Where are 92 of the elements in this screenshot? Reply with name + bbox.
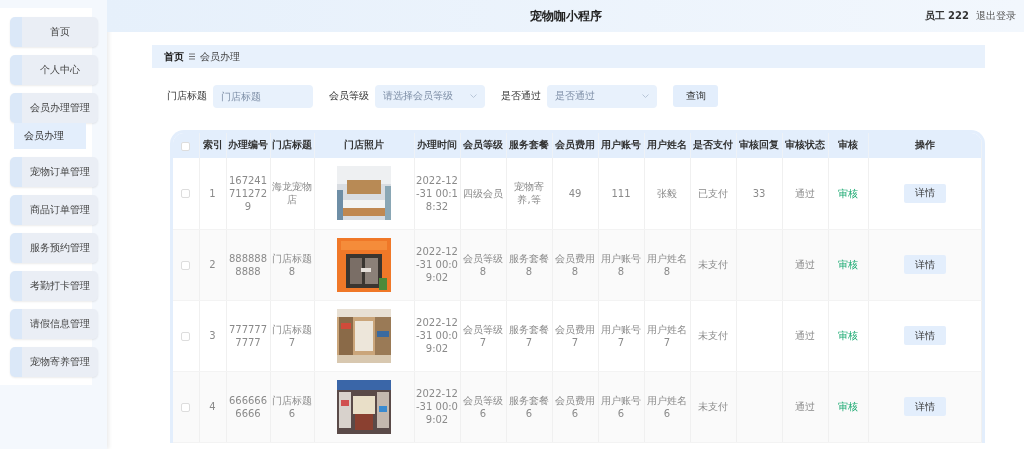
nav-item[interactable]: 宠物订单管理 [10,157,98,187]
table-cell: 四级会员 [463,187,503,199]
column-header: 会员等级 [463,139,503,150]
column-header: 审核 [838,139,858,150]
checkbox[interactable] [181,402,191,412]
table-cell: 1672417112729 [228,174,268,212]
table-cell: 宠物寄养,等 [514,181,544,206]
column-header: 办理时间 [417,139,457,150]
table-cell: 门店标题6 [272,394,312,419]
table-cell: 2022-12-31 00:09:02 [416,317,458,354]
nav-subitem[interactable]: 会员办理 [14,123,86,149]
input-field[interactable]: 门店标题 [213,84,313,108]
column-header: 索引 [202,139,223,150]
nav-item[interactable]: 考勤打卡管理 [10,271,98,301]
table-cell: 用户姓名6 [647,394,687,419]
column-header: 办理编号 [228,139,268,150]
table-cell: 会员等级6 [463,394,503,419]
column-header: 门店标题 [272,139,312,150]
chevron-down-icon [642,94,649,98]
nav-item[interactable]: 会员办理管理 [10,93,98,123]
table-cell: 6666666666 [228,394,268,419]
table-cell: 用户账号6 [601,394,641,419]
table-cell: 通过 [795,401,815,412]
table-cell: 已支付 [698,187,728,199]
checkbox[interactable] [181,189,191,199]
filter-label: 会员等级 [329,89,369,103]
chevron-down-icon [470,94,477,98]
table-cell: 会员费用6 [555,394,595,419]
table-cell: 通过 [795,187,815,199]
search-button[interactable]: 查询 [673,85,718,107]
user-name: 员工 222 [924,9,969,23]
filter-label: 是否通过 [501,89,541,103]
detail-button[interactable]: 详情 [903,397,946,416]
column-header: 审核回复 [739,139,779,150]
app-title: 宠物咖小程序 [529,7,602,25]
column-header: 门店照片 [344,139,384,150]
logout-link[interactable]: 退出登录 [976,9,1016,23]
table-cell: 8888888888 [228,252,268,277]
table-cell: 7777777777 [228,323,268,348]
table-cell: 服务套餐8 [509,252,549,277]
column-header: 是否支付 [693,139,733,150]
column-header: 用户姓名 [647,139,687,150]
detail-button[interactable]: 详情 [903,326,946,345]
table-cell: 会员等级8 [463,252,503,277]
breadcrumb-item[interactable]: 会员办理 [200,49,240,64]
table-cell: 会员费用7 [555,323,595,348]
column-header: 服务套餐 [509,139,549,150]
table-cell: 未支付 [698,330,728,341]
table-cell: 未支付 [698,259,728,270]
checkbox[interactable] [181,331,191,341]
table-cell: 2022-12-31 00:09:02 [416,388,458,425]
nav-item[interactable]: 首页 [10,17,98,47]
column-header: 会员费用 [555,139,595,150]
table-cell: 用户姓名7 [647,323,687,348]
separator-icon [189,53,195,60]
table-cell: 通过 [795,330,815,341]
table-cell: 服务套餐7 [509,323,549,348]
nav-item[interactable]: 服务预约管理 [10,233,98,263]
index-text: 2 [209,259,216,270]
table-cell: 服务套餐6 [509,394,549,419]
table-cell: 2022-12-31 00:09:02 [416,246,458,283]
table-cell: 门店标题8 [272,252,312,277]
table-cell: 会员等级7 [463,323,503,348]
detail-button[interactable]: 详情 [903,183,946,203]
detail-button[interactable]: 详情 [903,255,946,274]
column-header: 审核状态 [785,139,825,150]
table-cell: 未支付 [698,401,728,412]
nav-item[interactable]: 请假信息管理 [10,309,98,339]
checkbox[interactable] [181,260,191,270]
index-text: 1 [209,187,216,199]
table-cell: 2022-12-31 00:18:32 [416,174,458,212]
table-cell: 33 [752,187,766,199]
column-header: 操作 [914,139,935,150]
table-cell: 用户姓名8 [647,252,687,277]
filter-label: 门店标题 [167,89,207,103]
index-text: 4 [209,401,216,412]
nav-item[interactable]: 商品订单管理 [10,195,98,225]
table-cell: 张毅 [657,187,677,199]
table-cell: 49 [568,187,582,199]
nav-item[interactable]: 宠物寄养管理 [10,347,98,377]
table-cell: 门店标题7 [272,323,312,348]
nav-item[interactable]: 个人中心 [10,55,98,85]
breadcrumb-item[interactable]: 首页 [164,49,184,64]
table-cell: 通过 [795,259,815,270]
column-header: 用户账号 [601,139,641,150]
index-text: 3 [209,330,216,341]
table-cell: 会员费用8 [555,252,595,277]
table-cell: 海龙宠物店 [272,181,312,206]
table-cell: 111 [611,187,631,199]
table-cell: 用户账号8 [601,252,641,277]
checkbox[interactable] [181,142,191,151]
table-cell: 用户账号7 [601,323,641,348]
